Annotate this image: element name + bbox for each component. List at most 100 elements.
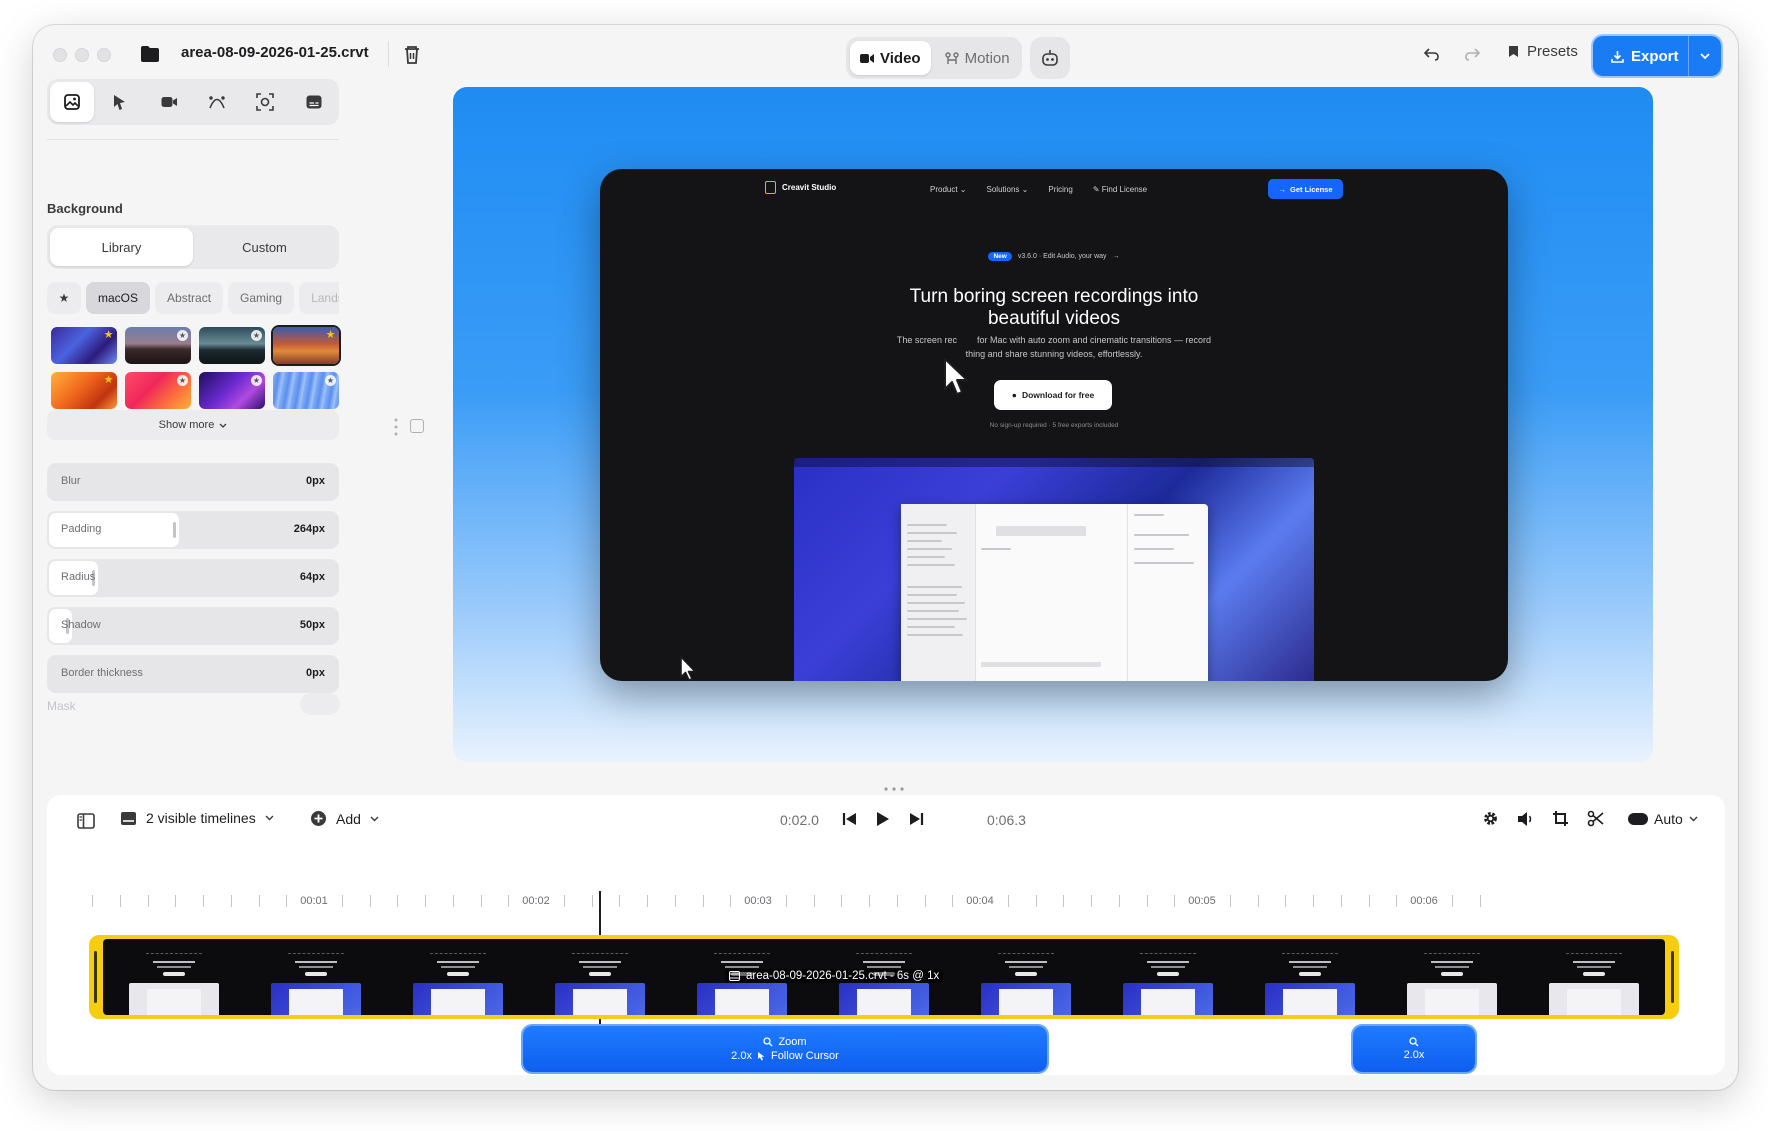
mode-video-button[interactable]: Video (850, 41, 931, 75)
skip-forward-icon[interactable] (909, 812, 924, 826)
ai-assistant-button[interactable] (1030, 37, 1070, 79)
background-icon (64, 94, 81, 110)
mode-motion-button[interactable]: Motion (935, 41, 1020, 75)
segment-library[interactable]: Library (50, 228, 193, 266)
ruler-tick (147, 895, 149, 907)
minimize-window-button[interactable] (75, 48, 89, 62)
tab-background[interactable] (50, 82, 95, 122)
ruler-tick (841, 895, 843, 907)
ruler-tick (563, 895, 565, 907)
auto-dropdown[interactable]: Auto (1628, 811, 1698, 827)
ruler-tick (1313, 895, 1314, 907)
clip-trim-end-handle[interactable] (1671, 951, 1674, 1003)
ruler-tick (647, 895, 648, 907)
panel-toggle-icon[interactable] (410, 419, 424, 433)
wallpaper-thumb[interactable]: ★ (125, 372, 191, 409)
ruler-label: 00:04 (966, 895, 994, 907)
star-icon: ★ (251, 330, 262, 341)
ruler-tick (813, 895, 815, 907)
resize-handle-icon[interactable] (883, 787, 905, 791)
chip-gaming[interactable]: Gaming (228, 282, 295, 314)
arrow-icon: → (1278, 184, 1286, 194)
video-clip[interactable]: area-08-09-2026-01-25.crvt - 6s @ 1x (89, 935, 1679, 1019)
shadow-slider[interactable]: Shadow 50px (47, 607, 339, 645)
wallpaper-thumb[interactable]: ★ (51, 372, 117, 409)
category-chips: ★ macOS Abstract Gaming Landsca (47, 282, 339, 314)
timeline-toolbar: 2 visible timelines Add 0:02.0 0:06.3 Au… (47, 795, 1725, 847)
app-sidebar (901, 504, 976, 681)
padding-slider[interactable]: Padding 264px (47, 511, 339, 549)
tab-animation[interactable] (195, 82, 239, 122)
zoom-segment[interactable]: 2.0x (1353, 1026, 1475, 1072)
visible-timelines-dropdown[interactable]: 2 visible timelines (120, 810, 274, 826)
export-button[interactable]: Export (1593, 36, 1721, 76)
undo-icon[interactable] (1423, 45, 1441, 63)
scissors-icon[interactable] (1587, 810, 1604, 827)
segment-custom[interactable]: Custom (193, 228, 336, 266)
speaker-icon[interactable] (1517, 811, 1534, 827)
border-thickness-slider[interactable]: Border thickness 0px (47, 655, 339, 693)
blur-slider[interactable]: Blur 0px (47, 463, 339, 501)
ruler-tick (1035, 895, 1037, 907)
wallpaper-thumb[interactable]: ★ (199, 327, 265, 364)
star-icon: ★ (103, 329, 114, 341)
wallpaper-thumb[interactable]: ★ (199, 372, 265, 409)
star-icon: ★ (177, 375, 188, 386)
folder-icon[interactable] (140, 45, 160, 63)
tab-camera[interactable] (147, 82, 191, 122)
sidebar-toggle-icon[interactable] (77, 813, 95, 829)
clip-trim-start-handle[interactable] (94, 951, 97, 1003)
export-main-button[interactable]: Export (1593, 36, 1689, 76)
crop-icon[interactable] (1552, 810, 1569, 827)
slider-knob[interactable] (172, 522, 176, 538)
site-logo: Creavit Studio (765, 181, 836, 194)
file-name[interactable]: area-08-09-2026-01-25.crvt (181, 44, 369, 61)
ruler-tick (1257, 895, 1259, 907)
chevron-down-icon (370, 816, 379, 821)
ruler-tick (1146, 895, 1148, 907)
film-icon (729, 971, 740, 981)
ruler-tick (591, 895, 593, 907)
chip-macos[interactable]: macOS (86, 282, 151, 314)
redo-icon[interactable] (1463, 45, 1481, 63)
trash-icon[interactable] (403, 45, 421, 65)
zoom-icon (763, 1037, 773, 1047)
panel-resize-handle[interactable] (394, 418, 398, 436)
gear-icon[interactable] (1482, 810, 1499, 827)
play-icon[interactable] (876, 811, 890, 827)
skip-back-icon[interactable] (842, 812, 857, 826)
show-more-button[interactable]: Show more (47, 410, 339, 440)
close-window-button[interactable] (53, 48, 67, 62)
clip-frame (529, 939, 671, 1015)
add-dropdown[interactable]: Add (310, 810, 379, 827)
zoom-scale: 2.0x (1403, 1049, 1425, 1061)
ruler-tick (1229, 895, 1231, 907)
tab-focus[interactable] (243, 82, 287, 122)
tab-captions[interactable] (292, 82, 336, 122)
chip-landscape[interactable]: Landsca (299, 282, 339, 314)
presets-button[interactable]: Presets (1508, 43, 1578, 60)
export-options-button[interactable] (1689, 36, 1721, 76)
playback-controls (842, 811, 924, 827)
tab-cursor[interactable] (98, 82, 142, 122)
wallpaper-thumb[interactable]: ★ (125, 327, 191, 364)
wallpaper-thumb[interactable]: ★ (273, 372, 339, 409)
wallpaper-thumb[interactable]: ★ (51, 327, 117, 364)
time-ruler[interactable]: 00:01 00:02 00:03 00:04 00:05 00:06 (92, 895, 1692, 911)
export-label: Export (1631, 47, 1679, 65)
cursor-icon (944, 358, 968, 395)
zoom-segment[interactable]: Zoom 2.0x Follow Cursor (523, 1026, 1047, 1072)
favorites-chip[interactable]: ★ (47, 282, 81, 314)
chip-abstract[interactable]: Abstract (155, 282, 224, 314)
wallpaper-thumb-selected[interactable]: ★ (273, 327, 339, 364)
ruler-tick (508, 895, 510, 907)
curve-icon (209, 96, 225, 109)
zoom-title-row: Zoom (763, 1036, 807, 1048)
mask-toggle[interactable] (300, 693, 340, 715)
captions-icon (306, 95, 322, 109)
radius-slider[interactable]: Radius 64px (47, 559, 339, 597)
menubar (794, 458, 1314, 467)
presets-label: Presets (1527, 43, 1578, 60)
zoom-window-button[interactable] (97, 48, 111, 62)
add-label: Add (336, 810, 361, 827)
